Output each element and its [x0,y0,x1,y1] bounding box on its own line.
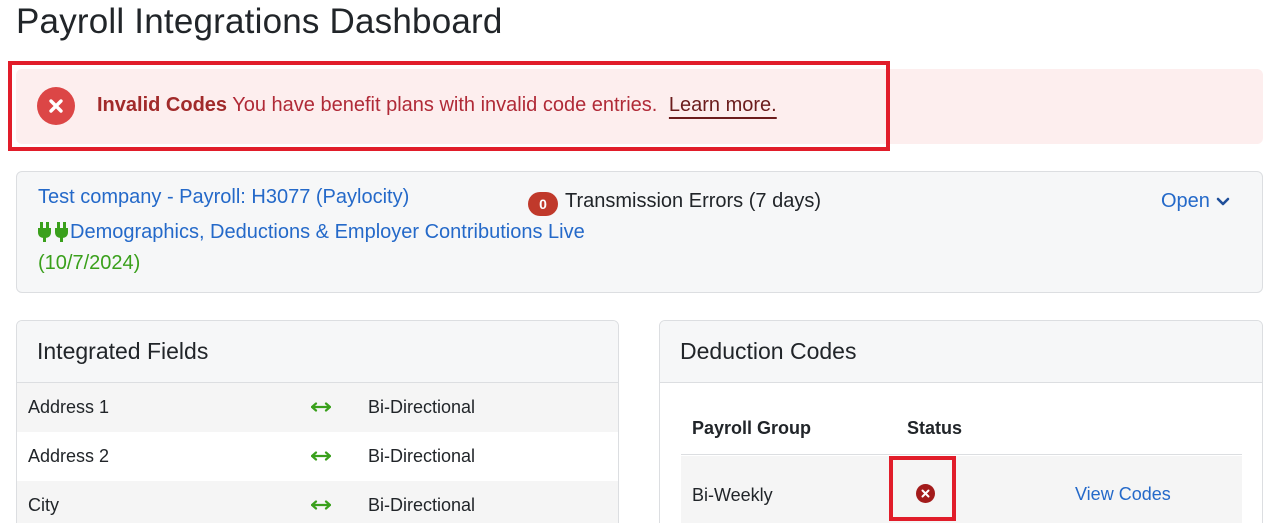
field-row: Address 1 Bi-Directional [17,383,618,432]
integrated-fields-title: Integrated Fields [17,321,618,383]
open-toggle-label: Open [1161,190,1210,212]
field-name: Address 1 [28,397,110,417]
field-row: City Bi-Directional [17,481,618,523]
chevron-down-icon [1216,190,1230,213]
view-codes-link[interactable]: View Codes [1075,484,1171,505]
bidirectional-arrow-icon [310,397,332,418]
error-count-badge: 0 [528,192,558,216]
error-circle-icon [916,484,935,503]
plug-icon [38,220,70,249]
payroll-group-cell: Bi-Weekly [692,485,773,505]
field-direction: Bi-Directional [368,397,476,417]
live-date: (10/7/2024) [38,252,141,274]
field-direction: Bi-Directional [368,446,476,466]
company-integration-card: Test company - Payroll: H3077 (Paylocity… [16,171,1263,293]
page-title: Payroll Integrations Dashboard [16,2,503,41]
integrated-fields-panel: Integrated Fields Address 1 Bi-Direction… [16,320,619,523]
field-name: Address 2 [28,446,110,466]
alert-highlight-box [8,61,890,151]
column-payroll-group: Payroll Group [692,418,812,438]
bidirectional-arrow-icon [310,495,332,516]
field-direction: Bi-Directional [368,495,476,515]
open-toggle-button[interactable]: Open [1161,190,1230,213]
company-name-link[interactable]: Test company - Payroll: H3077 (Paylocity… [38,186,409,209]
integration-status-link[interactable]: Demographics, Deductions & Employer Cont… [70,221,585,244]
deduction-table-header: Payroll Group Status [681,399,1242,455]
transmission-errors-label: Transmission Errors (7 days) [565,190,821,212]
status-highlight-box [889,456,956,521]
table-row: Bi-Weekly View Codes [681,456,1242,523]
bidirectional-arrow-icon [310,446,332,467]
field-row: Address 2 Bi-Directional [17,432,618,481]
deduction-codes-title: Deduction Codes [660,321,1262,383]
column-status: Status [907,418,963,438]
field-name: City [28,495,59,515]
deduction-codes-panel: Deduction Codes Payroll Group Status Bi-… [659,320,1263,523]
